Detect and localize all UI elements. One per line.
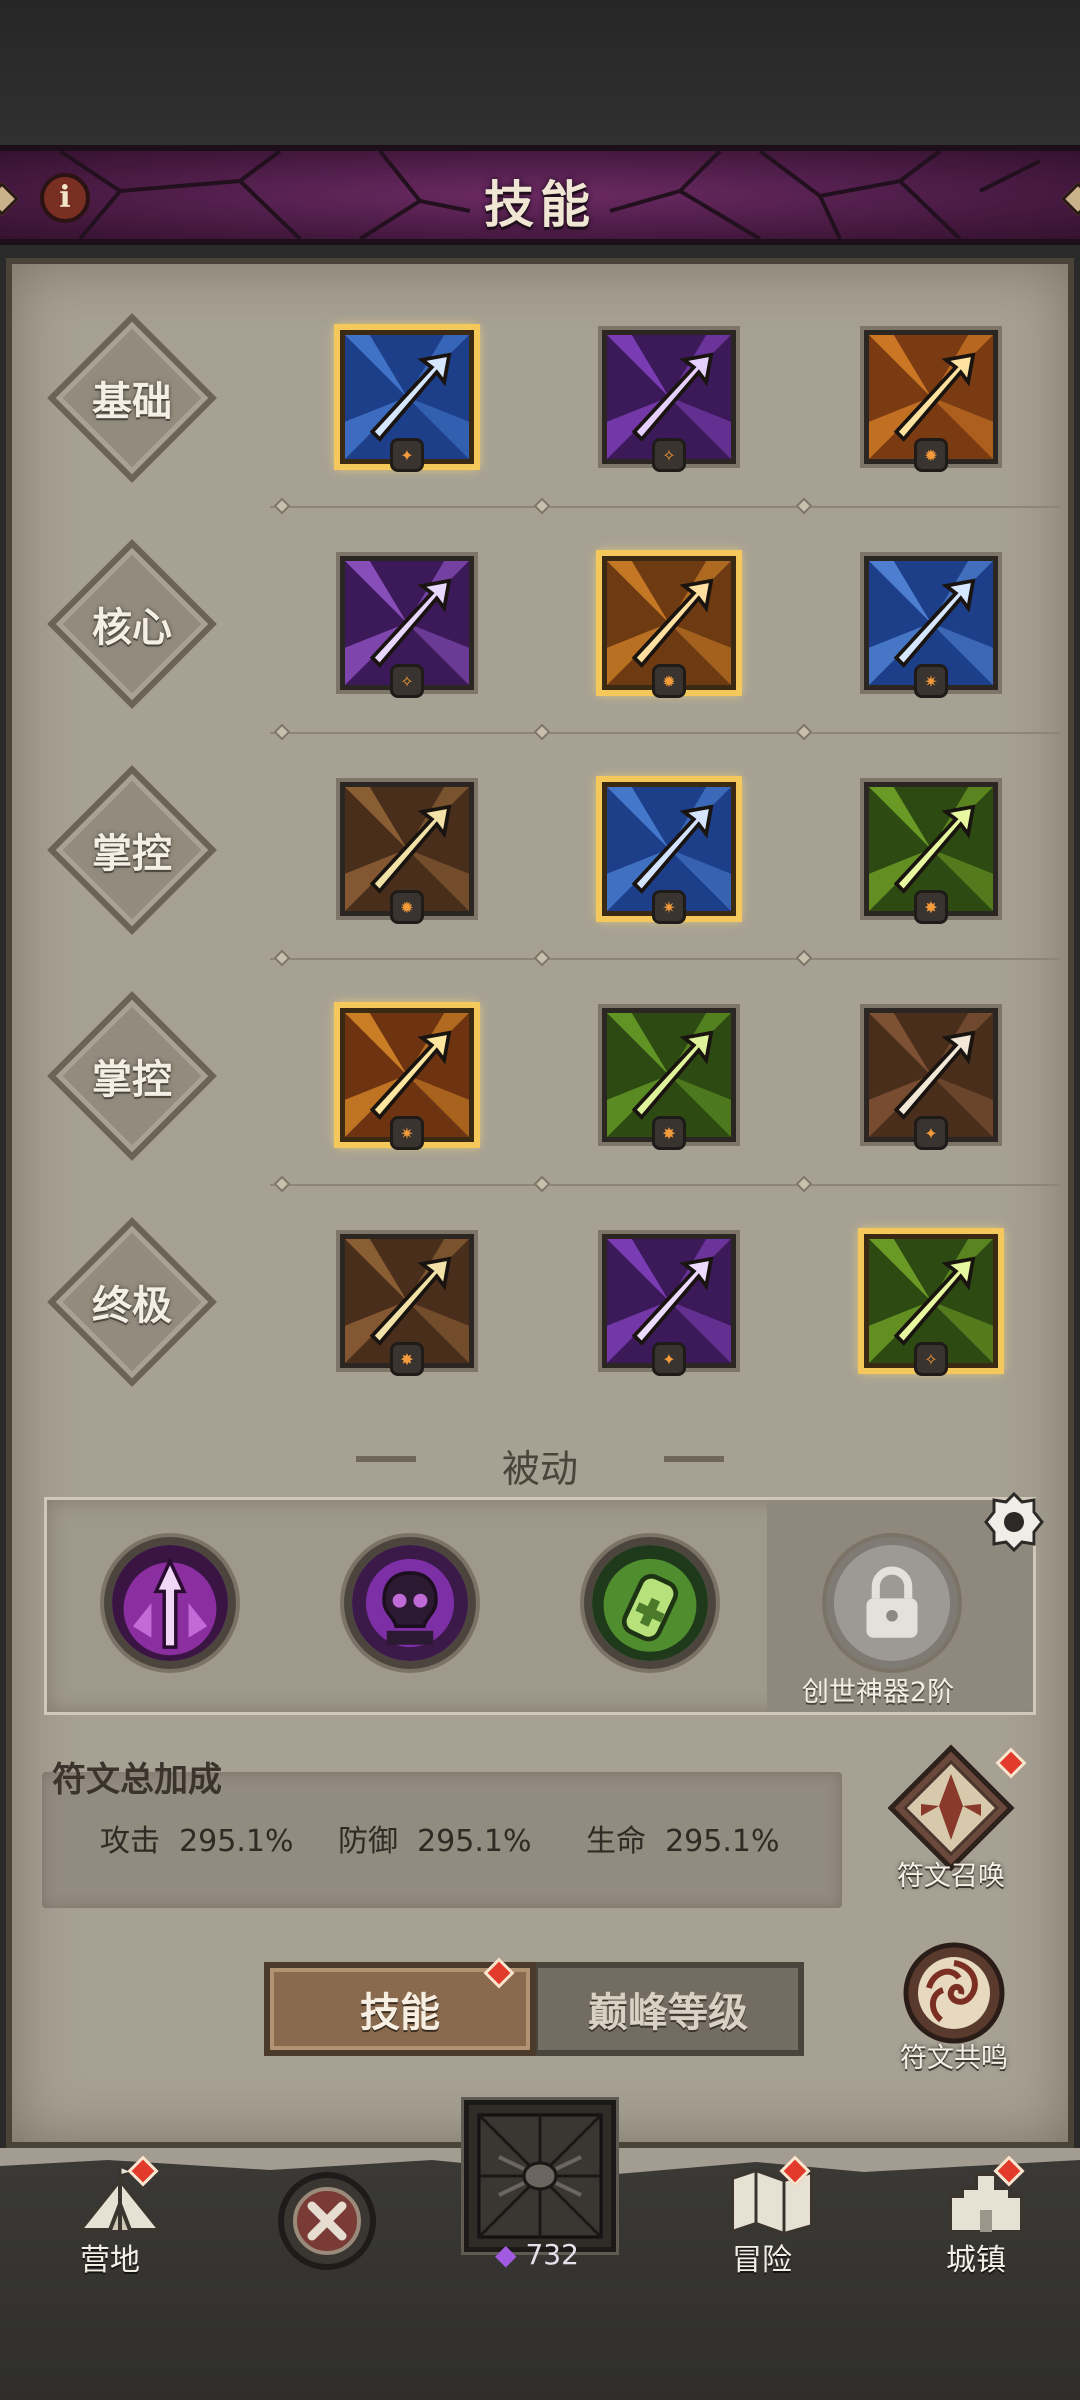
skull-icon	[352, 1545, 468, 1661]
stat-attack-value: 295.1%	[179, 1824, 294, 1859]
rune-badge: ✸	[914, 890, 948, 924]
center-artifact-card[interactable]	[464, 2100, 616, 2252]
nav-town-label: 城镇	[946, 2243, 1006, 2278]
passive-slot-2[interactable]	[344, 1537, 476, 1669]
rune-badge: ✧	[914, 1342, 948, 1376]
stat-attack: 攻击 295.1%	[100, 1816, 293, 1860]
settings-gear-icon[interactable]	[984, 1492, 1044, 1552]
lock-icon	[840, 1551, 944, 1655]
nav-town[interactable]: 城镇	[906, 2155, 1046, 2278]
purple-gem-icon: ◆	[495, 2238, 517, 2271]
passive-slot-1[interactable]	[104, 1537, 236, 1669]
row-label-text: 终极	[92, 1283, 172, 1329]
rune-resonance-icon	[903, 1942, 1005, 2044]
gem-count-value: 732	[525, 2238, 579, 2271]
nav-camp[interactable]: 营地	[40, 2155, 180, 2278]
nav-adventure-label: 冒险	[732, 2243, 792, 2278]
stat-health: 生命 295.1%	[586, 1816, 779, 1860]
rune-badge: ✷	[914, 664, 948, 698]
rune-badge: ✹	[390, 890, 424, 924]
stat-health-value: 295.1%	[665, 1824, 780, 1859]
passive-slot-3[interactable]	[584, 1537, 716, 1669]
rune-badge: ✦	[652, 1342, 686, 1376]
stat-defense-label: 防御	[338, 1824, 398, 1859]
rune-badge: ✧	[390, 664, 424, 698]
nav-adventure[interactable]: 冒险	[692, 2155, 832, 2278]
status-area	[0, 0, 1080, 145]
rune-resonance-label: 符文共鸣	[900, 2043, 1008, 2074]
stat-defense: 防御 295.1%	[338, 1816, 531, 1860]
nav-camp-label: 营地	[80, 2243, 140, 2278]
row-divider	[270, 1175, 1060, 1193]
rune-badge: ✦	[390, 438, 424, 472]
stat-health-label: 生命	[586, 1824, 646, 1859]
passive-title: 被动	[501, 1447, 578, 1491]
row-label-text: 基础	[92, 379, 172, 425]
rune-badge: ✸	[390, 1342, 424, 1376]
rune-badge: ✸	[652, 1116, 686, 1150]
rune-badge: ✷	[652, 890, 686, 924]
locked-slot-label: 创世神器2阶	[801, 1677, 955, 1708]
page-title: 技能	[484, 176, 596, 234]
passive-divider-right	[664, 1456, 724, 1462]
rune-badge: ✹	[914, 438, 948, 472]
row-divider	[270, 949, 1060, 967]
stat-attack-label: 攻击	[100, 1824, 160, 1859]
crossed-swords-icon	[278, 2172, 376, 2270]
spider-sigil-icon	[477, 2113, 603, 2239]
rune-badge: ✷	[390, 1116, 424, 1150]
stat-defense-value: 295.1%	[417, 1824, 532, 1859]
title-banner: i 技能	[0, 145, 1080, 245]
rune-bonus-title: 符文总加成	[52, 1760, 222, 1800]
row-label-text: 核心	[92, 605, 172, 651]
rune-summon-label: 符文召唤	[897, 1861, 1005, 1892]
rune-badge: ✦	[914, 1116, 948, 1150]
row-divider	[270, 497, 1060, 515]
purple-arrow-icon	[112, 1545, 228, 1661]
rune-summon-button[interactable]: 符文召唤	[876, 1744, 1027, 1893]
rune-badge: ✧	[652, 438, 686, 472]
row-divider	[270, 723, 1060, 741]
green-potion-icon	[592, 1545, 708, 1661]
rune-resonance-button[interactable]: 符文共鸣	[884, 1938, 1024, 2075]
tab-peak-level[interactable]: 巅峰等级	[532, 1962, 804, 2056]
row-label-text: 掌控	[92, 831, 172, 877]
gem-counter: ◆ 732	[495, 2238, 579, 2271]
passive-slot-locked[interactable]	[826, 1537, 958, 1669]
row-label-text: 掌控	[92, 1057, 172, 1103]
rune-badge: ✹	[652, 664, 686, 698]
nav-battle[interactable]	[250, 2166, 390, 2280]
